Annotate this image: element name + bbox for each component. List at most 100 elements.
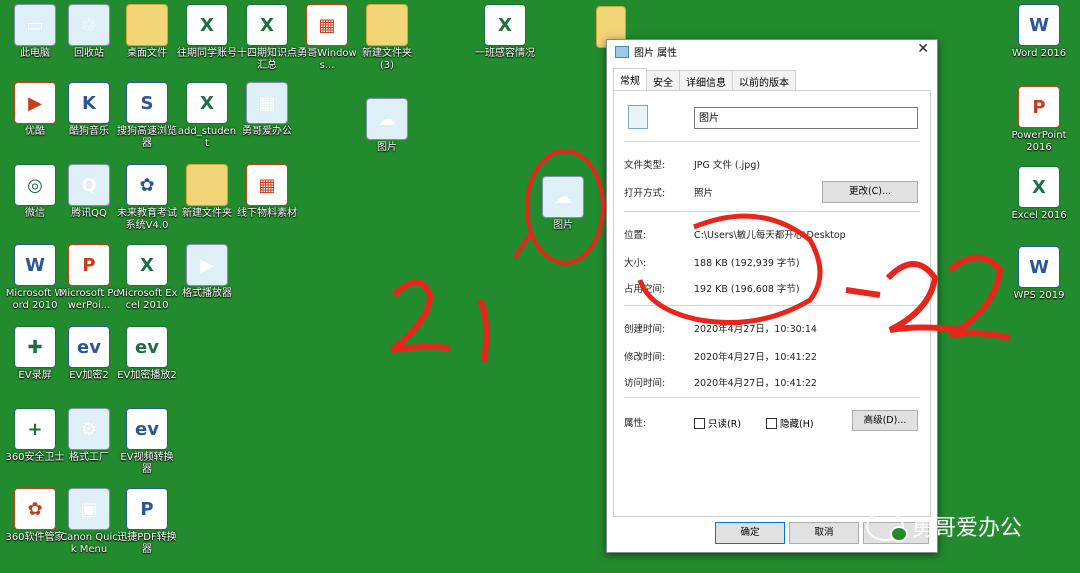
icon-label: Microsoft PowerPoi... bbox=[58, 288, 120, 311]
word-icon: K bbox=[68, 82, 110, 124]
icon-label: PowerPoint 2016 bbox=[1011, 130, 1067, 153]
watermark-text: 勇哥爱办公 bbox=[912, 516, 1023, 541]
checkbox-box bbox=[766, 417, 777, 429]
icon-label: 十四期知识点汇总 bbox=[237, 48, 297, 71]
value-accessed: 2020年4月27日，10:41:22 bbox=[694, 378, 817, 389]
close-icon[interactable]: ✕ bbox=[917, 41, 929, 57]
value-location: C:\Users\敏儿每天都开心\Desktop bbox=[694, 230, 846, 241]
divider bbox=[624, 141, 920, 142]
value-opens-with: 照片 bbox=[694, 188, 714, 199]
desktop-icon[interactable]: ▦ 线下物料素材 bbox=[236, 164, 298, 220]
dialog-title: 图片 属性 bbox=[634, 48, 678, 59]
ppt-icon: ▦ bbox=[246, 164, 288, 206]
desktop-icon[interactable]: ✚ EV录屏 bbox=[4, 326, 66, 382]
dialog-titlebar: 图片 属性 bbox=[615, 44, 677, 59]
desktop-icon[interactable]: ⚙ 格式工厂 bbox=[58, 408, 120, 464]
excel-icon: ev bbox=[126, 326, 168, 368]
desktop-icon[interactable]: W WPS 2019 bbox=[1008, 246, 1070, 302]
label-attributes: 属性: bbox=[624, 418, 647, 429]
desktop-icon[interactable]: W Microsoft Word 2010 bbox=[4, 244, 66, 312]
hidden-checkbox[interactable]: 隐藏(H) bbox=[766, 416, 814, 430]
desktop-icon[interactable]: Q 腾讯QQ bbox=[58, 164, 120, 220]
pic-icon: ☁ bbox=[542, 176, 584, 218]
ppt-icon: ▶ bbox=[14, 82, 56, 124]
icon-label: 迅捷PDF转换器 bbox=[117, 532, 177, 555]
excel-icon: X bbox=[1018, 166, 1060, 208]
label-size: 大小: bbox=[624, 258, 647, 269]
icon-label: 360安全卫士 bbox=[5, 452, 65, 463]
word-icon: ev bbox=[126, 408, 168, 450]
image-file-icon bbox=[615, 45, 629, 58]
desktop-icon[interactable]: K 酷狗音乐 bbox=[58, 82, 120, 138]
icon-label: WPS 2019 bbox=[1013, 290, 1065, 301]
desktop-icon[interactable]: P PowerPoint 2016 bbox=[1008, 86, 1070, 154]
desktop-icon[interactable]: ev EV加密播放2 bbox=[116, 326, 178, 382]
label-size-on-disk: 占用空间: bbox=[624, 284, 666, 295]
cancel-button[interactable]: 取消 bbox=[789, 522, 859, 544]
excel-icon: + bbox=[14, 408, 56, 450]
desktop-icon[interactable]: ✿ 未来教育考试系统V4.0 bbox=[116, 164, 178, 232]
desktop-icon[interactable]: ☁ 图片 bbox=[532, 176, 594, 232]
word-icon: S bbox=[126, 82, 168, 124]
desktop-icon[interactable]: ▶ 格式播放器 bbox=[176, 244, 238, 300]
desktop-icon[interactable]: ♲ 回收站 bbox=[58, 4, 120, 60]
desktop-icon[interactable]: ▭ 此电脑 bbox=[4, 4, 66, 60]
desktop-icon[interactable]: X Excel 2016 bbox=[1008, 166, 1070, 222]
label-accessed: 访问时间: bbox=[624, 378, 666, 389]
pic-icon: ▦ bbox=[246, 82, 288, 124]
desktop-icon[interactable]: ▶ 优酷 bbox=[4, 82, 66, 138]
excel-icon: X bbox=[186, 82, 228, 124]
desktop-icon[interactable]: +360安全卫士 bbox=[4, 408, 66, 464]
pic-icon: ▣ bbox=[68, 488, 110, 530]
desktop-icon[interactable]: X 十四期知识点汇总 bbox=[236, 4, 298, 72]
icon-label: Canon Quick Menu bbox=[60, 532, 118, 555]
icon-label: 图片 bbox=[377, 142, 397, 153]
desktop-icon[interactable]: X Microsoft Excel 2010 bbox=[116, 244, 178, 312]
icon-label: 勇哥爱办公 bbox=[242, 126, 292, 137]
general-panel: 图片 文件类型: JPG 文件 (.jpg) 打开方式: 照片 更改(C)...… bbox=[613, 90, 931, 517]
desktop-icon[interactable]: Xadd_student bbox=[176, 82, 238, 150]
tab-general[interactable]: 常规 bbox=[613, 68, 647, 92]
icon-label: 图片 bbox=[553, 220, 573, 231]
desktop-icon[interactable]: ▦ 勇哥Windows... bbox=[296, 4, 358, 72]
icon-label: 格式工厂 bbox=[69, 452, 109, 463]
excel-icon: X bbox=[186, 4, 228, 46]
icon-label: EV加密播放2 bbox=[117, 370, 177, 381]
desktop-icon[interactable]: ✿ 360软件管家 bbox=[4, 488, 66, 544]
value-size-on-disk: 192 KB (196,608 字节) bbox=[694, 284, 800, 295]
desktop-icon[interactable]: ▦ 勇哥爱办公 bbox=[236, 82, 298, 138]
readonly-checkbox[interactable]: 只读(R) bbox=[694, 416, 741, 430]
desktop-icon[interactable]: ☁ 图片 bbox=[356, 98, 418, 154]
desktop-icon[interactable]: 新建文件夹(3) bbox=[356, 4, 418, 72]
icon-label: 微信 bbox=[25, 208, 45, 219]
desktop-icon[interactable]: ev EV视频转换器 bbox=[116, 408, 178, 476]
icon-label: 优酷 bbox=[25, 126, 45, 137]
hidden-label: 隐藏(H) bbox=[780, 419, 814, 430]
filename-field[interactable]: 图片 bbox=[694, 107, 918, 129]
word-icon: W bbox=[1018, 246, 1060, 288]
desktop-icon[interactable]: W Word 2016 bbox=[1008, 4, 1070, 60]
advanced-button[interactable]: 高级(D)... bbox=[852, 410, 918, 431]
desktop-icon[interactable]: ▣ Canon Quick Menu bbox=[58, 488, 120, 556]
icon-label: 此电脑 bbox=[20, 48, 50, 59]
watermark: 勇哥爱办公 bbox=[866, 510, 1022, 542]
desktop-icon[interactable]: 桌面文件 bbox=[116, 4, 178, 60]
change-button[interactable]: 更改(C)... bbox=[822, 181, 918, 203]
desktop-icon[interactable]: S 搜狗高速浏览器 bbox=[116, 82, 178, 150]
desktop-icon[interactable]: ◎ 微信 bbox=[4, 164, 66, 220]
icon-label: 勇哥Windows... bbox=[297, 48, 357, 71]
divider bbox=[624, 211, 920, 212]
desktop-icon[interactable]: X 一班感容情况 bbox=[474, 4, 536, 60]
checkbox-box bbox=[694, 417, 705, 429]
icon-label: Word 2016 bbox=[1011, 48, 1067, 59]
desktop-icon[interactable]: ev EV加密2 bbox=[58, 326, 120, 382]
desktop-icon[interactable]: X 往期同学账号 bbox=[176, 4, 238, 60]
ok-button[interactable]: 确定 bbox=[715, 522, 785, 544]
desktop-icon[interactable]: 新建文件夹 bbox=[176, 164, 238, 220]
word-icon: W bbox=[14, 244, 56, 286]
word-icon: P bbox=[126, 488, 168, 530]
icon-label: 酷狗音乐 bbox=[69, 126, 109, 137]
pic-icon: ⚙ bbox=[68, 408, 110, 450]
desktop-icon[interactable]: P Microsoft PowerPoi... bbox=[58, 244, 120, 312]
desktop-icon[interactable]: P 迅捷PDF转换器 bbox=[116, 488, 178, 556]
